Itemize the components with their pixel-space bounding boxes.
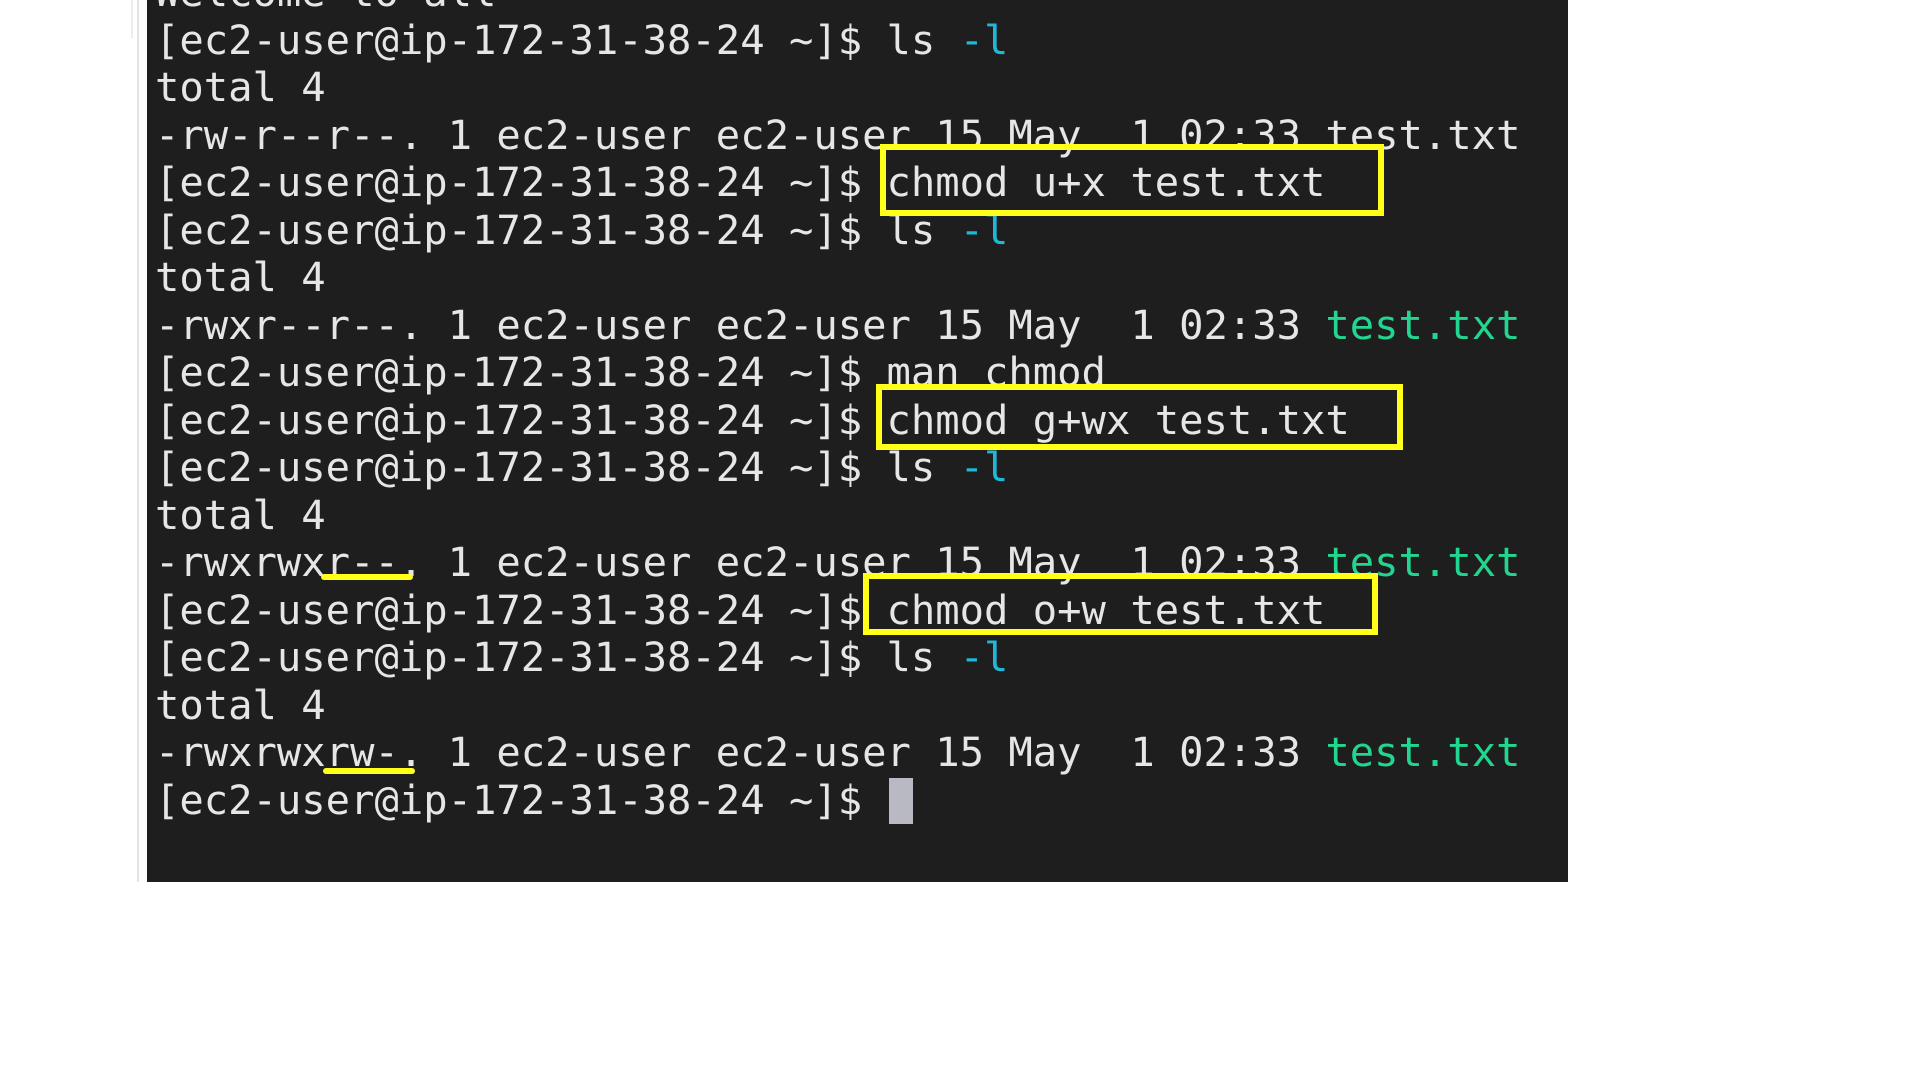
terminal-line: -rwxr--r--. 1 ec2-user ec2-user 15 May 1… [155,300,1521,350]
terminal-text: [ec2-user@ip-172-31-38-24 ~]$ ls [155,15,960,64]
highlight-box-chmod-gwx [876,384,1403,450]
margin-rule-top [131,0,133,38]
command-flag: -l [959,443,1009,491]
terminal-line: total 4 [155,680,1520,730]
terminal-window[interactable]: Welcome to all[ec2-user@ip-172-31-38-24 … [147,0,1568,882]
terminal-line: total 4 [155,253,1520,302]
highlight-box-chmod-ux [880,144,1384,216]
underline-other-permissions-after [323,768,415,774]
terminal-line: total 4 [155,490,1520,540]
terminal-text: -rwxr--r--. 1 ec2-user ec2-user 15 May 1… [155,300,1326,349]
terminal-text: [ec2-user@ip-172-31-38-24 ~]$ [155,775,887,824]
highlight-box-chmod-ow [863,573,1378,635]
terminal-cursor [888,777,913,824]
terminal-text: [ec2-user@ip-172-31-38-24 ~]$ ls [155,633,960,681]
terminal-text: [ec2-user@ip-172-31-38-24 ~]$ ls [155,205,960,254]
terminal-line: Welcome to all [155,0,1520,17]
left-margin [0,0,147,882]
terminal-line: [ec2-user@ip-172-31-38-24 ~]$ ls -l [155,443,1520,492]
margin-rule [137,0,139,882]
executable-filename: test.txt [1325,300,1521,349]
terminal-line: total 4 [155,63,1520,112]
terminal-text: total 4 [155,63,326,111]
terminal-text: total 4 [155,680,326,729]
terminal-line: [ec2-user@ip-172-31-38-24 ~]$ ls -l [155,15,1520,65]
terminal-text: Welcome to all [155,0,496,16]
terminal-text: total 4 [155,253,326,301]
terminal-line: [ec2-user@ip-172-31-38-24 ~]$ [155,775,1520,825]
terminal-text: total 4 [155,490,326,539]
terminal-text: [ec2-user@ip-172-31-38-24 ~]$ ls [155,443,960,491]
underline-other-permissions-before [321,574,413,580]
command-flag: -l [959,633,1009,681]
terminal-line: [ec2-user@ip-172-31-38-24 ~]$ ls -l [155,633,1520,682]
executable-filename: test.txt [1325,728,1521,776]
command-flag: -l [959,15,1009,64]
